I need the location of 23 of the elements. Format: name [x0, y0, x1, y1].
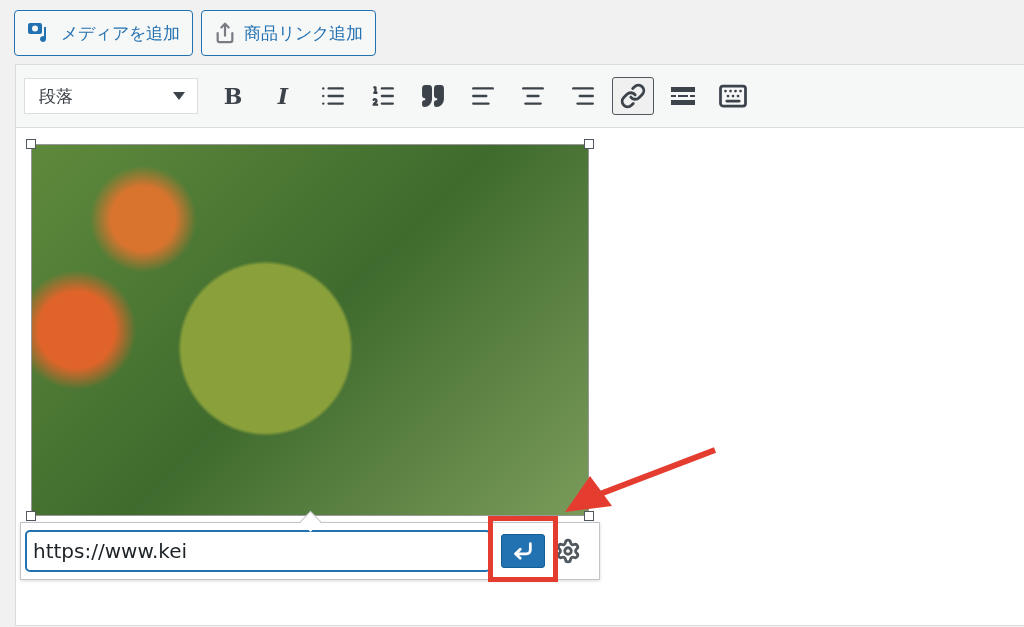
resize-handle[interactable] [584, 511, 594, 521]
resize-handle[interactable] [26, 139, 36, 149]
format-value: 段落 [39, 84, 73, 108]
link-button[interactable] [612, 77, 654, 115]
apply-link-button[interactable] [501, 534, 545, 568]
link-icon [620, 83, 646, 109]
paragraph-format-select[interactable]: 段落 [24, 78, 198, 114]
quote-icon [420, 83, 446, 109]
read-more-icon [671, 87, 695, 105]
settings-icon [555, 538, 581, 564]
resize-handle[interactable] [26, 511, 36, 521]
dropdown-caret-icon [173, 92, 185, 100]
highlight-frame [488, 516, 558, 582]
resize-handle[interactable] [584, 139, 594, 149]
numbered-list-icon [370, 83, 396, 109]
share-icon [214, 22, 236, 44]
add-product-link-button[interactable]: 商品リンク追加 [201, 10, 376, 56]
url-input-field[interactable]: https://www.kei [25, 530, 491, 572]
bold-button[interactable]: B [212, 77, 254, 115]
enter-icon [512, 540, 534, 562]
link-settings-button[interactable] [555, 538, 581, 564]
add-media-button[interactable]: メディアを追加 [14, 10, 193, 56]
italic-button[interactable]: I [262, 77, 304, 115]
